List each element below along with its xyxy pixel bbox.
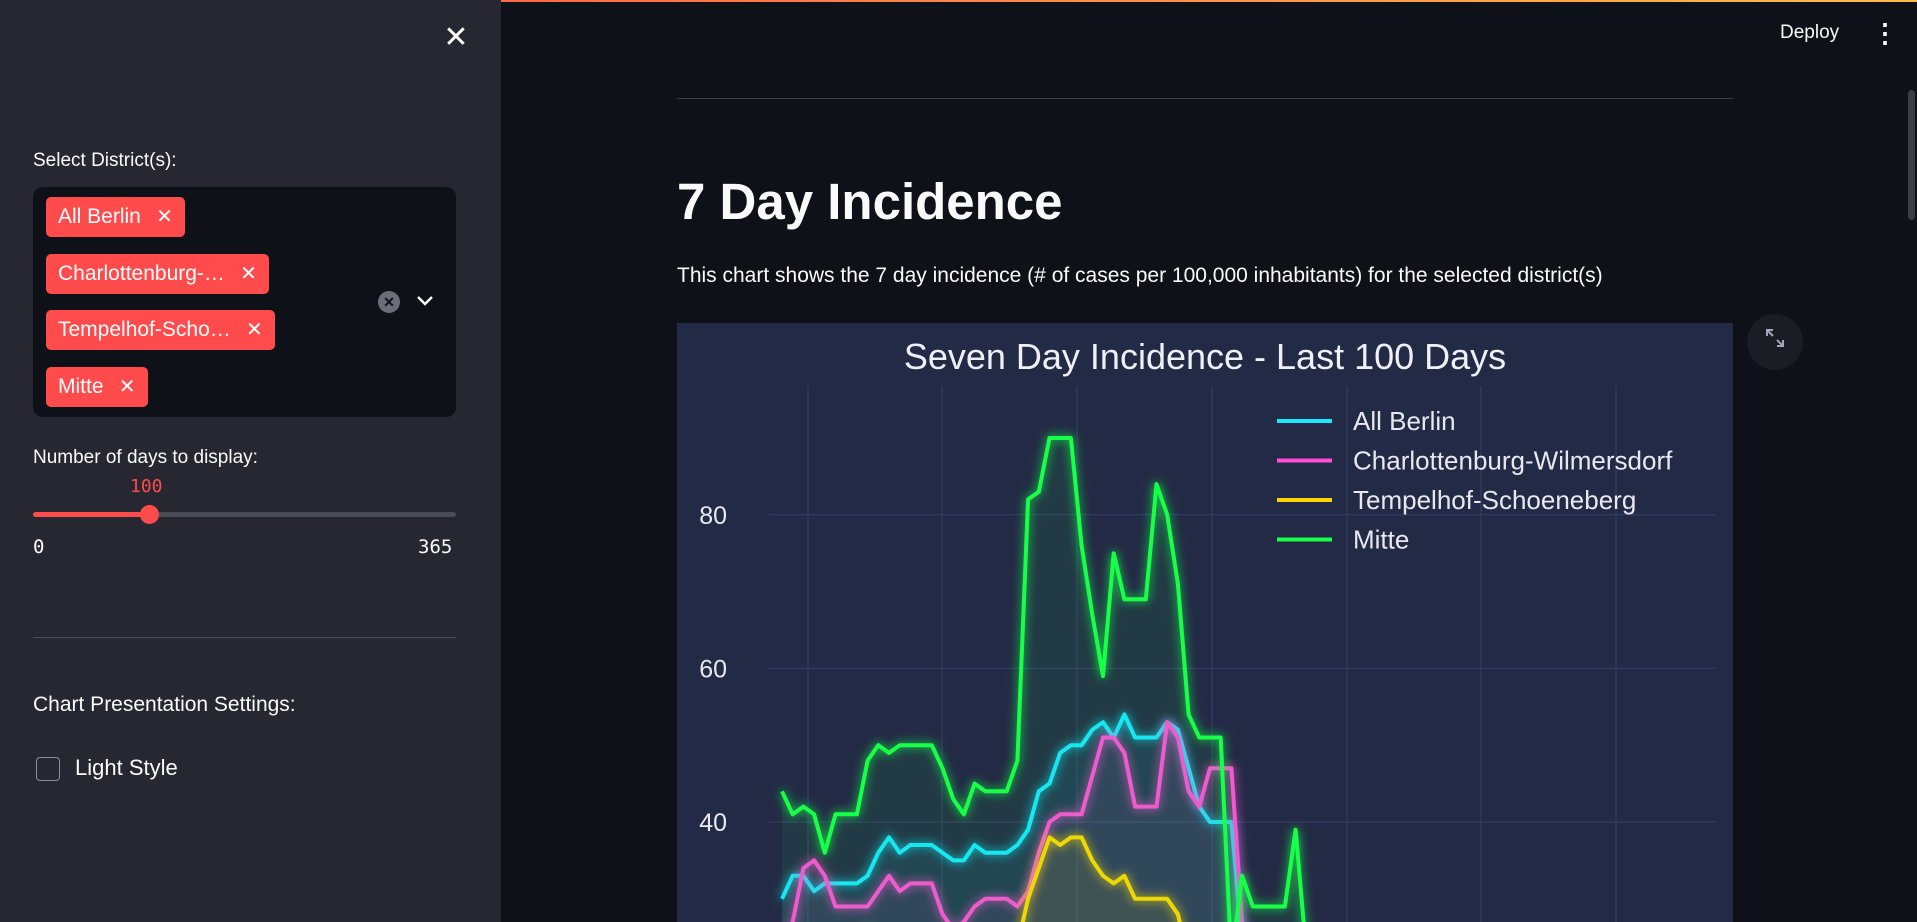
presentation-settings-heading: Chart Presentation Settings: (33, 693, 296, 716)
page-title: 7 Day Incidence (677, 173, 1063, 230)
y-tick-label: 80 (699, 502, 727, 530)
district-tag-label: Charlottenburg-… (58, 262, 225, 285)
legend-label: Charlottenburg-Wilmersdorf (1353, 446, 1673, 476)
sidebar-divider (33, 637, 456, 638)
incidence-chart[interactable]: 40 60 80 Seven Day Incidence - Last 100 Day… (677, 323, 1733, 922)
legend-label: All Berlin (1353, 406, 1456, 436)
district-tag[interactable]: Tempelhof-Scho… ✕ (46, 310, 275, 350)
district-tag[interactable]: Charlottenburg-… ✕ (46, 254, 269, 294)
district-tag[interactable]: All Berlin ✕ (46, 197, 185, 237)
sidebar: ✕ Select District(s): All Berlin ✕ Charlo… (0, 0, 501, 922)
more-vertical-icon[interactable]: ⋮ (1872, 18, 1898, 48)
slider-min-label: 0 (33, 536, 45, 558)
slider-thumb[interactable] (139, 505, 159, 524)
y-tick-label: 60 (699, 655, 727, 683)
main-divider (677, 98, 1733, 99)
light-style-label: Light Style (75, 755, 178, 780)
district-tag[interactable]: Mitte ✕ (46, 367, 148, 407)
district-tag-label: All Berlin (58, 205, 141, 228)
legend-label: Mitte (1353, 525, 1409, 555)
days-slider-label: Number of days to display: (33, 447, 258, 468)
y-tick-label: 40 (699, 809, 727, 837)
fullscreen-icon[interactable] (1747, 314, 1803, 370)
remove-tag-icon[interactable]: ✕ (246, 310, 263, 350)
light-style-checkbox[interactable] (36, 757, 60, 781)
chart-svg: 40 60 80 Seven Day Incidence - Last 100 Day… (699, 336, 1715, 922)
days-slider[interactable] (33, 505, 456, 524)
district-select-label: Select District(s): (33, 150, 177, 171)
district-tag-label: Mitte (58, 375, 104, 398)
chart-title: Seven Day Incidence - Last 100 Days (904, 336, 1506, 377)
slider-value: 100 (130, 476, 163, 497)
page-scrollbar[interactable] (1908, 90, 1915, 220)
close-sidebar-button[interactable]: ✕ (440, 22, 472, 54)
legend-label: Tempelhof-Schoeneberg (1353, 485, 1636, 515)
clear-all-icon[interactable]: ✕ (378, 291, 400, 313)
remove-tag-icon[interactable]: ✕ (240, 254, 257, 294)
remove-tag-icon[interactable]: ✕ (119, 367, 136, 407)
close-icon: ✕ (443, 21, 469, 54)
deploy-button[interactable]: Deploy (1768, 18, 1851, 48)
district-tag-label: Tempelhof-Scho… (58, 318, 231, 341)
district-multiselect[interactable]: All Berlin ✕ Charlottenburg-… ✕ Tempelhof-… (33, 187, 456, 417)
chevron-down-icon[interactable] (413, 287, 437, 313)
slider-max-label: 365 (418, 536, 453, 558)
remove-tag-icon[interactable]: ✕ (156, 197, 173, 237)
slider-fill (33, 512, 149, 517)
page-description: This chart shows the 7 day incidence (# … (677, 264, 1603, 287)
